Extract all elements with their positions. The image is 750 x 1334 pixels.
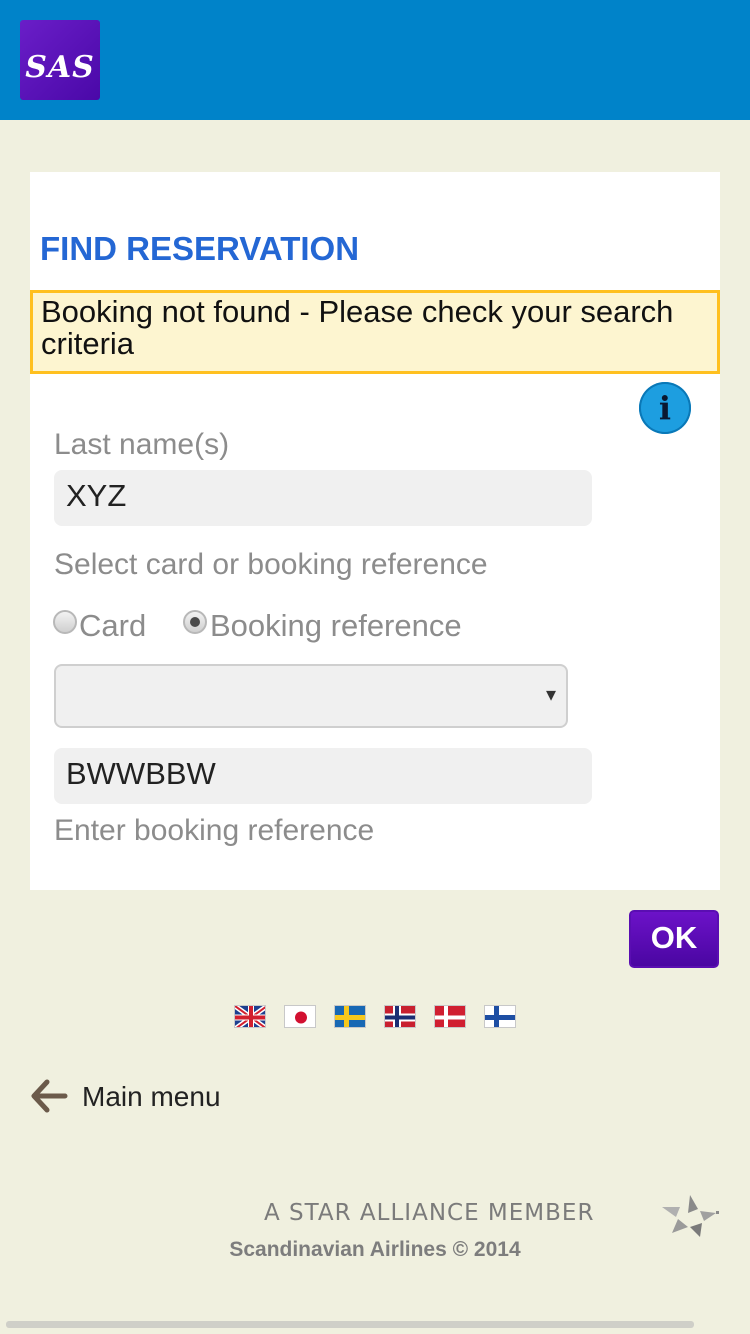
booking-reference-radio-label[interactable]: Booking reference	[210, 608, 462, 644]
last-name-input[interactable]: XYZ	[54, 470, 592, 526]
top-header: SAS	[0, 0, 750, 120]
star-alliance-text: A STAR ALLIANCE MEMBER	[264, 1200, 595, 1226]
info-icon[interactable]: i	[639, 382, 691, 434]
copyright-text: Scandinavian Airlines © 2014	[229, 1238, 521, 1261]
page-title: FIND RESERVATION	[40, 230, 360, 267]
denmark-flag-icon[interactable]	[434, 1005, 466, 1028]
card-radio[interactable]	[53, 610, 77, 634]
back-arrow-icon	[31, 1079, 68, 1113]
japan-flag-icon[interactable]	[284, 1005, 316, 1028]
main-menu-label: Main menu	[82, 1081, 221, 1112]
ok-button[interactable]: OK	[629, 910, 719, 968]
sweden-flag-icon[interactable]	[334, 1005, 366, 1028]
norway-flag-icon[interactable]	[384, 1005, 416, 1028]
sas-logo[interactable]: SAS	[20, 20, 100, 100]
finland-flag-icon[interactable]	[484, 1005, 516, 1028]
last-name-label: Last name(s)	[54, 428, 230, 461]
uk-flag-icon[interactable]	[234, 1005, 266, 1028]
card-type-select[interactable]: ▾	[54, 664, 568, 728]
card-radio-label[interactable]: Card	[79, 608, 146, 644]
booking-reference-input[interactable]: BWWBBW	[54, 748, 592, 804]
error-alert: Booking not found - Please check your se…	[30, 290, 720, 374]
logo-text: SAS	[25, 50, 95, 85]
reservation-form: FIND RESERVATION Booking not found - Ple…	[30, 172, 720, 890]
horizontal-scrollbar[interactable]	[6, 1321, 694, 1328]
star-alliance-logo-icon	[662, 1195, 719, 1237]
select-type-label: Select card or booking reference	[54, 548, 488, 581]
chevron-down-icon: ▾	[545, 684, 556, 706]
booking-reference-hint: Enter booking reference	[54, 814, 375, 847]
booking-reference-radio[interactable]	[183, 610, 207, 634]
